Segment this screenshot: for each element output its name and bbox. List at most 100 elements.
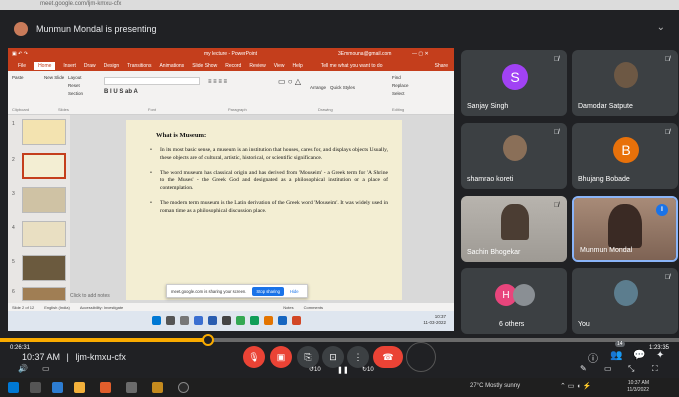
speaking-indicator-icon: ⦀: [656, 204, 668, 216]
activities-icon[interactable]: ✦: [656, 350, 664, 361]
tab-animations[interactable]: Animations: [159, 63, 184, 69]
notes-placeholder[interactable]: Click to add notes: [70, 293, 110, 299]
fullscreen-icon[interactable]: ⛶: [652, 364, 658, 374]
window-controls-icon[interactable]: — ▢ ✕: [412, 51, 429, 57]
tab-draw[interactable]: Draw: [84, 63, 96, 69]
volume-icon[interactable]: 🔊: [18, 364, 28, 373]
tab-home[interactable]: Home: [34, 62, 56, 70]
slide-thumbnail[interactable]: [22, 255, 66, 281]
camera-toggle-button[interactable]: ▣: [270, 346, 292, 368]
captions-icon[interactable]: ▭: [42, 364, 50, 373]
slide-thumbnail-selected[interactable]: [22, 153, 66, 179]
chrome-icon[interactable]: [236, 316, 245, 325]
pause-icon[interactable]: ❚❚: [337, 366, 349, 374]
app-icon[interactable]: [74, 382, 85, 393]
people-icon[interactable]: 👥: [610, 350, 622, 361]
participant-tile-others[interactable]: H 6 others: [461, 268, 567, 334]
notes-toggle[interactable]: Notes: [283, 305, 293, 310]
app-icon[interactable]: [126, 382, 137, 393]
search-icon[interactable]: [166, 316, 175, 325]
save-icon[interactable]: ▣ ↶ ↷: [12, 51, 28, 57]
comments-toggle[interactable]: Comments: [304, 305, 323, 310]
collapse-icon[interactable]: ⤡: [628, 364, 634, 374]
participants-count-badge: 14: [615, 341, 625, 347]
reset-button[interactable]: Reset: [68, 83, 80, 88]
current-slide[interactable]: What is Museum: In its most basic sense,…: [126, 120, 402, 300]
paste-button[interactable]: Paste: [12, 75, 24, 80]
windows-start-icon[interactable]: [152, 316, 161, 325]
participant-tile[interactable]: 🎙̸ Damodar Satpute: [572, 50, 678, 116]
system-clock[interactable]: 10:37 AM 11/3/2022: [627, 380, 649, 394]
captions-button[interactable]: ⎘: [297, 346, 319, 368]
task-view-icon[interactable]: [180, 316, 189, 325]
slide-thumbnail[interactable]: [22, 119, 66, 145]
rewind-button[interactable]: ↺10: [309, 366, 321, 373]
info-icon[interactable]: ⓘ: [588, 350, 598, 365]
language-status[interactable]: English (India): [44, 305, 70, 310]
more-options-button[interactable]: ⋮: [347, 346, 369, 368]
screen-icon[interactable]: ▭: [604, 364, 612, 373]
weather-widget[interactable]: 27°C Mostly sunny: [470, 383, 520, 389]
tab-view[interactable]: View: [274, 63, 285, 69]
tab-slide-show[interactable]: Slide Show: [192, 63, 217, 69]
app-icon[interactable]: [100, 382, 111, 393]
share-button[interactable]: Share: [435, 63, 448, 69]
tab-review[interactable]: Review: [249, 63, 265, 69]
tab-help[interactable]: Help: [292, 63, 302, 69]
widgets-icon[interactable]: [194, 316, 203, 325]
accessibility-status[interactable]: Accessibility: Investigate: [80, 305, 123, 310]
video-progress-bar[interactable]: [0, 334, 679, 346]
present-button[interactable]: ⊡: [322, 346, 344, 368]
section-button[interactable]: Section: [68, 91, 83, 96]
participant-tile[interactable]: S 🎙̸ Sanjay Singh: [461, 50, 567, 116]
stop-sharing-button[interactable]: Stop sharing: [252, 286, 284, 296]
app-icon[interactable]: [52, 382, 63, 393]
participant-tile-presenter[interactable]: ⦀ Munmun Mondal: [572, 196, 678, 262]
tab-insert[interactable]: Insert: [63, 63, 76, 69]
slide-thumbnail[interactable]: [22, 187, 66, 213]
forward-seconds: 10: [367, 367, 374, 373]
find-button[interactable]: Find: [392, 75, 401, 80]
shapes-icon[interactable]: ▭ ○ △: [278, 77, 301, 86]
new-slide-button[interactable]: New Slide: [44, 75, 64, 80]
font-format-icon[interactable]: B I U S ab A: [104, 89, 138, 95]
participant-tile[interactable]: B 🎙̸ Bhujang Bobade: [572, 123, 678, 189]
folder-icon[interactable]: [152, 382, 163, 393]
tab-transitions[interactable]: Transitions: [127, 63, 151, 69]
folder-icon[interactable]: [264, 316, 273, 325]
tell-me-search[interactable]: Tell me what you want to do: [321, 63, 383, 69]
layout-button[interactable]: Layout: [68, 75, 82, 80]
powerpoint-icon[interactable]: [292, 316, 301, 325]
edge-icon[interactable]: [278, 316, 287, 325]
app-icon[interactable]: [250, 316, 259, 325]
app-icon[interactable]: [178, 382, 189, 393]
progress-handle[interactable]: [201, 334, 214, 346]
chevron-down-icon[interactable]: ⌄: [657, 22, 665, 33]
system-tray-icon[interactable]: ⌃ ▭ ◖ ⚡: [560, 382, 591, 390]
mic-toggle-button[interactable]: 🎙: [243, 346, 265, 368]
paragraph-icon[interactable]: ≡ ≡ ≡ ≡: [208, 79, 227, 85]
tab-record[interactable]: Record: [225, 63, 241, 69]
replace-button[interactable]: Replace: [392, 83, 409, 88]
app-icon[interactable]: [222, 316, 231, 325]
browser-url[interactable]: meet.google.com/ljm-kmxu-cfx: [40, 1, 121, 7]
tab-design[interactable]: Design: [104, 63, 120, 69]
arrange-button[interactable]: Arrange: [310, 85, 326, 90]
search-icon[interactable]: [30, 382, 41, 393]
pen-icon[interactable]: ✎: [580, 364, 587, 373]
slide-thumbnail[interactable]: [22, 221, 66, 247]
participant-tile[interactable]: 🎙̸ shamrao koreti: [461, 123, 567, 189]
word-icon[interactable]: [208, 316, 217, 325]
quick-styles-button[interactable]: Quick Styles: [330, 85, 355, 90]
select-button[interactable]: Select: [392, 91, 405, 96]
participant-tile-self[interactable]: 🎙̸ You: [572, 268, 678, 334]
leave-call-button[interactable]: ☎: [373, 346, 403, 368]
font-selector[interactable]: [104, 77, 200, 85]
hide-popup-button[interactable]: Hide: [290, 289, 299, 294]
slide-thumbnail[interactable]: [22, 287, 66, 301]
windows-start-icon[interactable]: [8, 382, 19, 393]
tab-file[interactable]: File: [18, 63, 26, 69]
forward-button[interactable]: ↻10: [362, 366, 374, 373]
participant-tile[interactable]: 🎙̸ Sachin Bhogekar: [461, 196, 567, 262]
chat-icon[interactable]: 💬: [633, 350, 645, 361]
